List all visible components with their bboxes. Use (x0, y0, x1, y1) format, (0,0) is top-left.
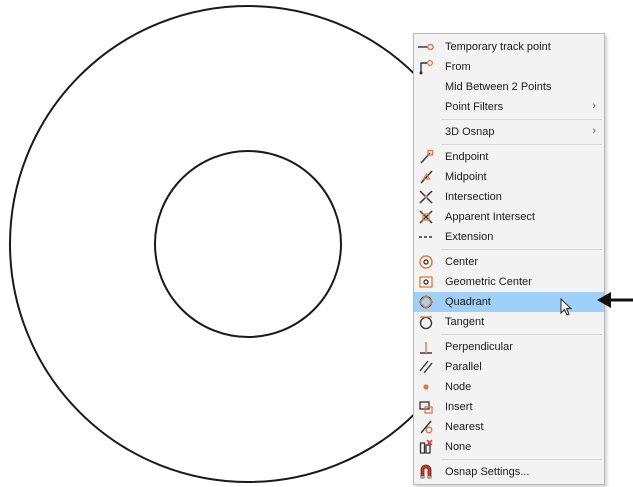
menu-item-label: Parallel (445, 361, 482, 373)
menu-item-midpoint[interactable]: Midpoint (414, 167, 604, 187)
menu-item-point-filters[interactable]: Point Filters › (414, 97, 604, 117)
from-icon (414, 57, 438, 77)
annotation-arrow-icon (597, 292, 633, 308)
geometric-center-icon (414, 272, 438, 292)
menu-item-label: From (445, 61, 471, 73)
menu-item-tangent[interactable]: Tangent (414, 312, 604, 332)
menu-item-nearest[interactable]: Nearest (414, 417, 604, 437)
parallel-icon (414, 357, 438, 377)
perpendicular-icon (414, 337, 438, 357)
menu-item-apparent-intersect[interactable]: Apparent Intersect (414, 207, 604, 227)
menu-item-label: None (445, 441, 472, 453)
menu-item-parallel[interactable]: Parallel (414, 357, 604, 377)
endpoint-icon (414, 147, 438, 167)
menu-item-label: Tangent (445, 316, 485, 328)
menu-item-endpoint[interactable]: Endpoint (414, 147, 604, 167)
insert-icon (414, 397, 438, 417)
quadrant-icon (414, 292, 438, 312)
menu-item-osnap-settings[interactable]: Osnap Settings... (414, 462, 604, 482)
menu-item-label: Geometric Center (445, 276, 532, 288)
menu-item-label: Nearest (445, 421, 484, 433)
extension-icon (414, 227, 438, 247)
center-icon (414, 252, 438, 272)
menu-item-label: Perpendicular (445, 341, 513, 353)
node-icon (414, 377, 438, 397)
menu-item-label: Center (445, 256, 479, 268)
midpoint-icon (414, 167, 438, 187)
menu-item-mid-between-2-points[interactable]: Mid Between 2 Points (414, 77, 604, 97)
tangent-icon (414, 312, 438, 332)
empty-icon-slot (414, 77, 438, 97)
menu-item-insert[interactable]: Insert (414, 397, 604, 417)
menu-item-node[interactable]: Node (414, 377, 604, 397)
none-snap-icon (414, 437, 438, 457)
menu-item-label: Midpoint (445, 171, 487, 183)
menu-item-label: Osnap Settings... (445, 466, 530, 478)
empty-icon-slot (414, 122, 438, 142)
menu-item-3d-osnap[interactable]: 3D Osnap › (414, 122, 604, 142)
menu-item-perpendicular[interactable]: Perpendicular (414, 337, 604, 357)
menu-item-center[interactable]: Center (414, 252, 604, 272)
osnap-settings-icon (414, 462, 438, 482)
nearest-icon (414, 417, 438, 437)
menu-item-label: 3D Osnap (445, 126, 495, 138)
menu-item-label: Extension (445, 231, 494, 243)
inner-circle[interactable] (154, 150, 342, 338)
submenu-chevron-icon: › (592, 100, 596, 112)
apparent-intersect-icon (414, 207, 438, 227)
menu-item-label: Intersection (445, 191, 502, 203)
intersection-icon (414, 187, 438, 207)
menu-item-label: Mid Between 2 Points (445, 81, 552, 93)
menu-item-label: Node (445, 381, 472, 393)
menu-item-label: Quadrant (445, 296, 491, 308)
menu-item-intersection[interactable]: Intersection (414, 187, 604, 207)
osnap-context-menu: Temporary track point From Mid Between 2 P… (413, 33, 605, 485)
menu-item-quadrant[interactable]: Quadrant (414, 292, 604, 312)
menu-item-label: Insert (445, 401, 473, 413)
temporary-track-point-icon (414, 37, 438, 57)
menu-item-label: Point Filters (445, 101, 504, 113)
menu-item-label: Temporary track point (445, 41, 551, 53)
menu-item-from[interactable]: From (414, 57, 604, 77)
menu-item-temporary-track-point[interactable]: Temporary track point (414, 37, 604, 57)
menu-item-label: Apparent Intersect (445, 211, 535, 223)
menu-item-none[interactable]: None (414, 437, 604, 457)
empty-icon-slot (414, 97, 438, 117)
menu-item-label: Endpoint (445, 151, 489, 163)
menu-item-geometric-center[interactable]: Geometric Center (414, 272, 604, 292)
menu-item-extension[interactable]: Extension (414, 227, 604, 247)
mouse-cursor-icon (560, 298, 573, 316)
submenu-chevron-icon: › (592, 125, 596, 137)
